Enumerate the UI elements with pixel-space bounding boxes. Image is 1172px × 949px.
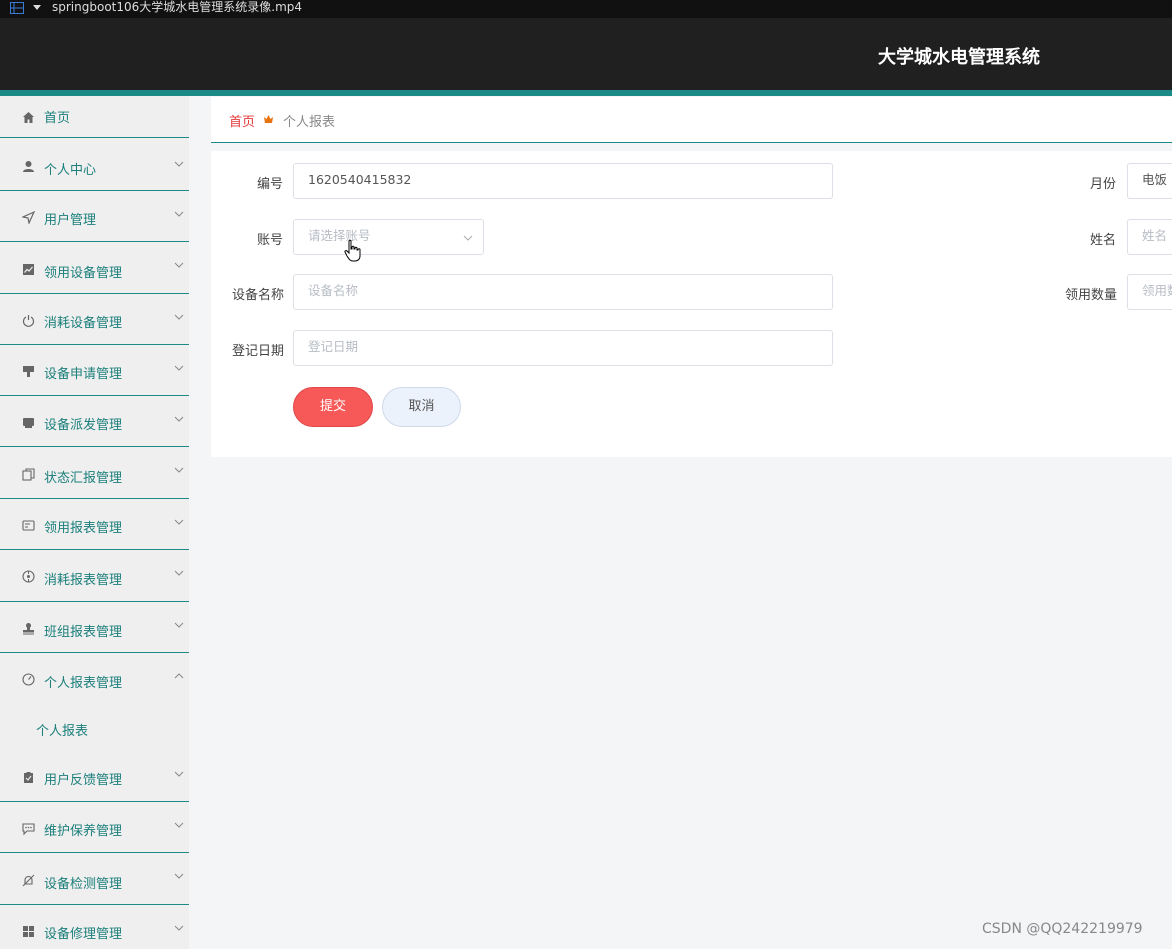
yuefen-field[interactable]: 电饭 xyxy=(1127,163,1172,199)
cancel-button[interactable]: 取消 xyxy=(382,387,461,427)
chevron-up-icon xyxy=(174,673,184,679)
sidebar-item-label: 消耗设备管理 xyxy=(44,316,123,331)
chevron-down-icon xyxy=(174,622,184,628)
sidebar-item-label: 领用设备管理 xyxy=(44,266,123,281)
compass-icon xyxy=(22,570,35,583)
sidebar-item-device-application-management[interactable]: 设备申请管理 xyxy=(0,345,189,396)
csdn-watermark: CSDN @QQ242219979 xyxy=(982,921,1143,937)
crown-icon xyxy=(264,115,273,123)
dengjiriqi-field[interactable]: 登记日期 xyxy=(293,330,833,366)
send-icon xyxy=(22,211,35,224)
power-icon xyxy=(22,315,35,327)
breadcrumb-home-link[interactable]: 首页 xyxy=(229,111,255,130)
film-icon xyxy=(10,2,24,14)
chevron-down-icon xyxy=(174,925,184,931)
sidebar-item-label: 个人报表管理 xyxy=(44,676,123,691)
sidebar-item-status-report-management[interactable]: 状态汇报管理 xyxy=(0,447,189,499)
chevron-down-icon xyxy=(174,211,184,217)
chevron-down-icon xyxy=(174,365,184,371)
grid-icon xyxy=(23,926,34,937)
chevron-down-icon xyxy=(174,262,184,268)
chevron-down-icon xyxy=(174,314,184,320)
home-icon xyxy=(23,112,34,123)
card-icon xyxy=(22,520,35,531)
copy-icon xyxy=(22,468,35,481)
chat-icon xyxy=(22,823,35,835)
sidebar-item-label: 用户反馈管理 xyxy=(44,773,123,788)
form-panel: 编号 1620540415832 月份 电饭 账号 请选择账号 姓名 姓名 设备… xyxy=(211,151,1172,457)
sidebar-item-label: 个人中心 xyxy=(44,163,97,178)
xingming-field[interactable]: 姓名 xyxy=(1127,219,1172,255)
chevron-down-icon xyxy=(174,416,184,422)
sidebar-item-borrow-device-management[interactable]: 领用设备管理 xyxy=(0,242,189,294)
sidebar-item-borrow-report-management[interactable]: 领用报表管理 xyxy=(0,499,189,550)
sidebar-item-home[interactable]: 首页 xyxy=(0,96,189,138)
sidebar-subitem-personal-report[interactable]: 个人报表 xyxy=(0,705,189,751)
chevron-down-icon xyxy=(174,570,184,576)
sidebar-item-label: 维护保养管理 xyxy=(44,824,123,839)
sidebar-item-label: 设备修理管理 xyxy=(44,927,123,942)
sidebar-item-label: 用户管理 xyxy=(44,213,97,228)
yuefen-label: 月份 xyxy=(1090,177,1117,192)
sidebar-item-team-report-management[interactable]: 班组报表管理 xyxy=(0,602,189,653)
bell-off-icon xyxy=(22,874,35,887)
lingyongshuliang-field[interactable]: 领用数 xyxy=(1127,274,1172,310)
chevron-down-icon xyxy=(174,873,184,879)
zhanghao-label: 账号 xyxy=(257,233,284,248)
submit-button[interactable]: 提交 xyxy=(293,387,373,427)
box-icon xyxy=(23,418,34,428)
sidebar-item-user-feedback-management[interactable]: 用户反馈管理 xyxy=(0,751,189,802)
chevron-down-icon xyxy=(174,519,184,525)
video-filename: springboot106大学城水电管理系统录像.mp4 xyxy=(52,0,303,14)
sidebar-item-label: 首页 xyxy=(44,111,71,126)
chevron-down-icon xyxy=(174,161,184,167)
app-title: 大学城水电管理系统 xyxy=(878,47,1040,68)
sidebar-item-device-dispatch-management[interactable]: 设备派发管理 xyxy=(0,396,189,447)
sidebar-item-label: 设备检测管理 xyxy=(44,877,123,892)
hand-cursor-icon xyxy=(344,239,361,262)
sidebar: 首页 个人中心 用户管理 领用设备管理 消耗设备管理 设备申请管理 设备派发管理… xyxy=(0,96,189,949)
chevron-down-icon xyxy=(174,771,184,777)
sidebar-item-device-repair-management[interactable]: 设备修理管理 xyxy=(0,905,189,949)
sidebar-item-label: 设备派发管理 xyxy=(44,418,123,433)
chevron-down-icon xyxy=(174,467,184,473)
sidebar-item-user-management[interactable]: 用户管理 xyxy=(0,191,189,242)
sidebar-item-label: 领用报表管理 xyxy=(44,521,123,536)
sidebar-item-device-inspection-management[interactable]: 设备检测管理 xyxy=(0,853,189,905)
bianhao-label: 编号 xyxy=(257,177,284,192)
brush-icon xyxy=(23,366,34,377)
stamp-icon xyxy=(23,623,34,635)
sidebar-item-personal-center[interactable]: 个人中心 xyxy=(0,139,189,191)
shebeimingcheng-field[interactable]: 设备名称 xyxy=(293,274,833,310)
chevron-down-icon xyxy=(463,235,473,241)
app-header: 大学城水电管理系统 xyxy=(0,18,1172,90)
sidebar-item-consumption-report-management[interactable]: 消耗报表管理 xyxy=(0,550,189,602)
sidebar-subitem-label: 个人报表 xyxy=(36,724,89,739)
sidebar-item-label: 消耗报表管理 xyxy=(44,573,123,588)
zhanghao-select[interactable]: 请选择账号 xyxy=(293,219,484,255)
clipboard-icon xyxy=(24,772,33,783)
user-icon xyxy=(23,161,34,172)
bianhao-field[interactable]: 1620540415832 xyxy=(293,163,833,199)
breadcrumb: 首页 个人报表 xyxy=(211,97,1172,143)
video-player-titlebar: springboot106大学城水电管理系统录像.mp4 xyxy=(0,0,1172,18)
chevron-down-icon xyxy=(174,822,184,828)
chart-icon xyxy=(23,264,34,275)
breadcrumb-current: 个人报表 xyxy=(283,115,336,130)
dengjiriqi-label: 登记日期 xyxy=(232,344,285,359)
sidebar-item-label: 设备申请管理 xyxy=(44,367,123,382)
sidebar-item-label: 班组报表管理 xyxy=(44,625,123,640)
sidebar-item-personal-report-management[interactable]: 个人报表管理 xyxy=(0,653,189,705)
xingming-label: 姓名 xyxy=(1090,233,1117,248)
sidebar-item-maintenance-management[interactable]: 维护保养管理 xyxy=(0,802,189,853)
lingyongshuliang-label: 领用数量 xyxy=(1065,288,1118,303)
shebeimingcheng-label: 设备名称 xyxy=(232,288,285,303)
dropdown-caret-icon[interactable] xyxy=(33,5,41,10)
sidebar-item-consumable-device-management[interactable]: 消耗设备管理 xyxy=(0,294,189,345)
sidebar-item-label: 状态汇报管理 xyxy=(44,471,123,486)
gauge-icon xyxy=(22,673,35,686)
